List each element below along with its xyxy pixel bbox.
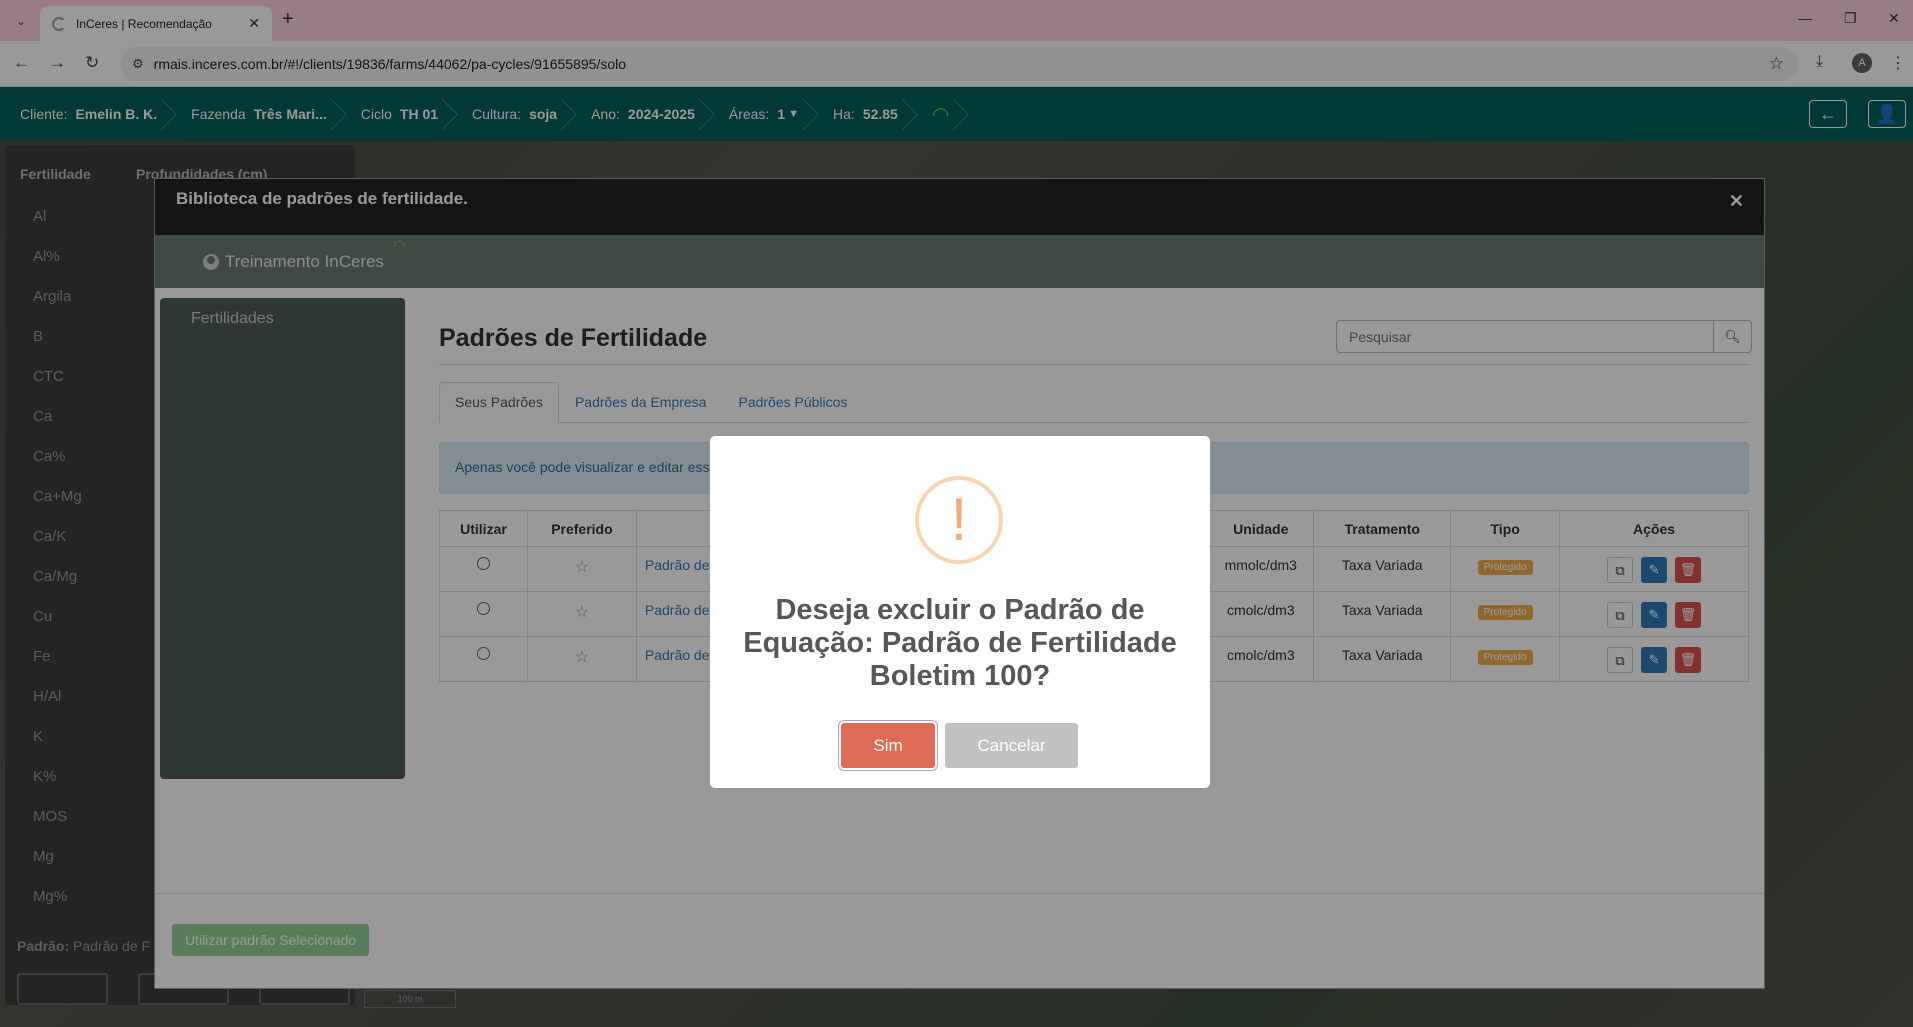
- cancel-button[interactable]: Cancelar: [945, 723, 1078, 768]
- confirm-yes-button[interactable]: Sim: [841, 723, 935, 768]
- warning-icon: !: [915, 476, 1003, 564]
- confirm-dialog: ! Deseja excluir o Padrão de Equação: Pa…: [710, 436, 1210, 788]
- confirm-question: Deseja excluir o Padrão de Equação: Padr…: [743, 594, 1177, 692]
